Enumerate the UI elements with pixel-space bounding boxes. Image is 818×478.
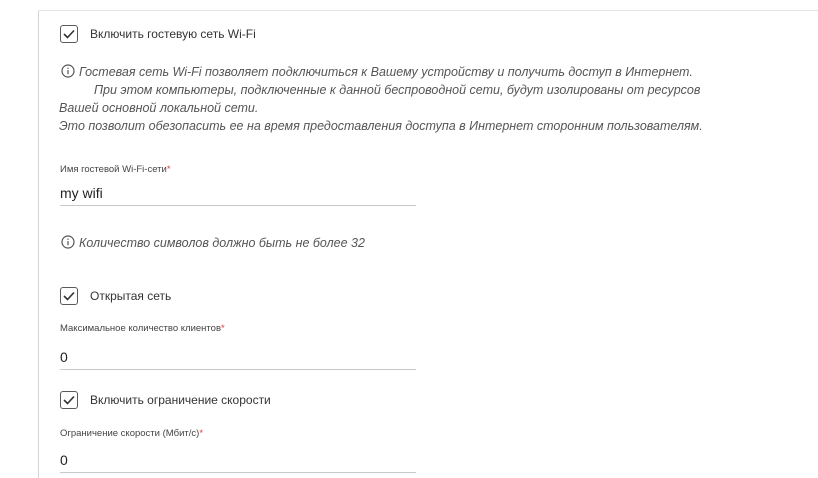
info-line-4: Это позволит обезопасить ее на время пре… (59, 119, 703, 133)
info-icon (61, 235, 75, 249)
max-clients-input[interactable] (60, 344, 416, 370)
max-clients-field-label: Максимальное количество клиентов* (60, 323, 225, 334)
speed-limit-checkbox[interactable] (60, 391, 78, 409)
info-line: Гостевая сеть Wi-Fi позволяет подключить… (61, 63, 703, 81)
max-clients-label-text: Максимальное количество клиентов (60, 323, 221, 334)
enable-guest-wifi-checkbox[interactable] (60, 25, 78, 43)
check-icon (63, 291, 75, 301)
enable-guest-wifi-checkbox-row[interactable]: Включить гостевую сеть Wi-Fi (60, 25, 256, 43)
ssid-input[interactable] (60, 180, 416, 206)
open-network-checkbox-row[interactable]: Открытая сеть (60, 287, 171, 305)
guest-wifi-info: Гостевая сеть Wi-Fi позволяет подключить… (59, 63, 703, 135)
guest-wifi-settings-page: Включить гостевую сеть Wi-Fi Гостевая се… (0, 0, 818, 478)
info-line-1: Гостевая сеть Wi-Fi позволяет подключить… (79, 65, 693, 79)
info-line-3: Вашей основной локальной сети. (59, 101, 259, 115)
ssid-label-text: Имя гостевой Wi-Fi-сети (60, 164, 167, 175)
required-mark: * (221, 323, 225, 334)
section-left-border (38, 10, 39, 478)
required-mark: * (199, 428, 204, 439)
info-line-2: При этом компьютеры, подключенные к данн… (94, 83, 701, 97)
enable-guest-wifi-label: Включить гостевую сеть Wi-Fi (90, 27, 256, 41)
open-network-label: Открытая сеть (90, 289, 172, 303)
speed-limit-checkbox-row[interactable]: Включить ограничение скорости (60, 391, 271, 409)
ssid-hint: Количество символов должно быть не более… (61, 234, 365, 252)
section-top-border (38, 10, 818, 11)
required-mark: * (166, 164, 171, 175)
open-network-checkbox[interactable] (60, 287, 78, 305)
ssid-hint-text: Количество символов должно быть не более… (79, 236, 365, 250)
speed-limit-input[interactable] (60, 447, 416, 473)
speed-label-text: Ограничение скорости (Мбит/с) (60, 428, 200, 439)
speed-limit-label: Включить ограничение скорости (90, 393, 271, 407)
check-icon (63, 29, 75, 39)
ssid-field-label: Имя гостевой Wi-Fi-сети* (60, 164, 171, 175)
speed-field-label: Ограничение скорости (Мбит/с)* (60, 428, 203, 439)
check-icon (63, 395, 75, 405)
info-icon (61, 64, 75, 78)
